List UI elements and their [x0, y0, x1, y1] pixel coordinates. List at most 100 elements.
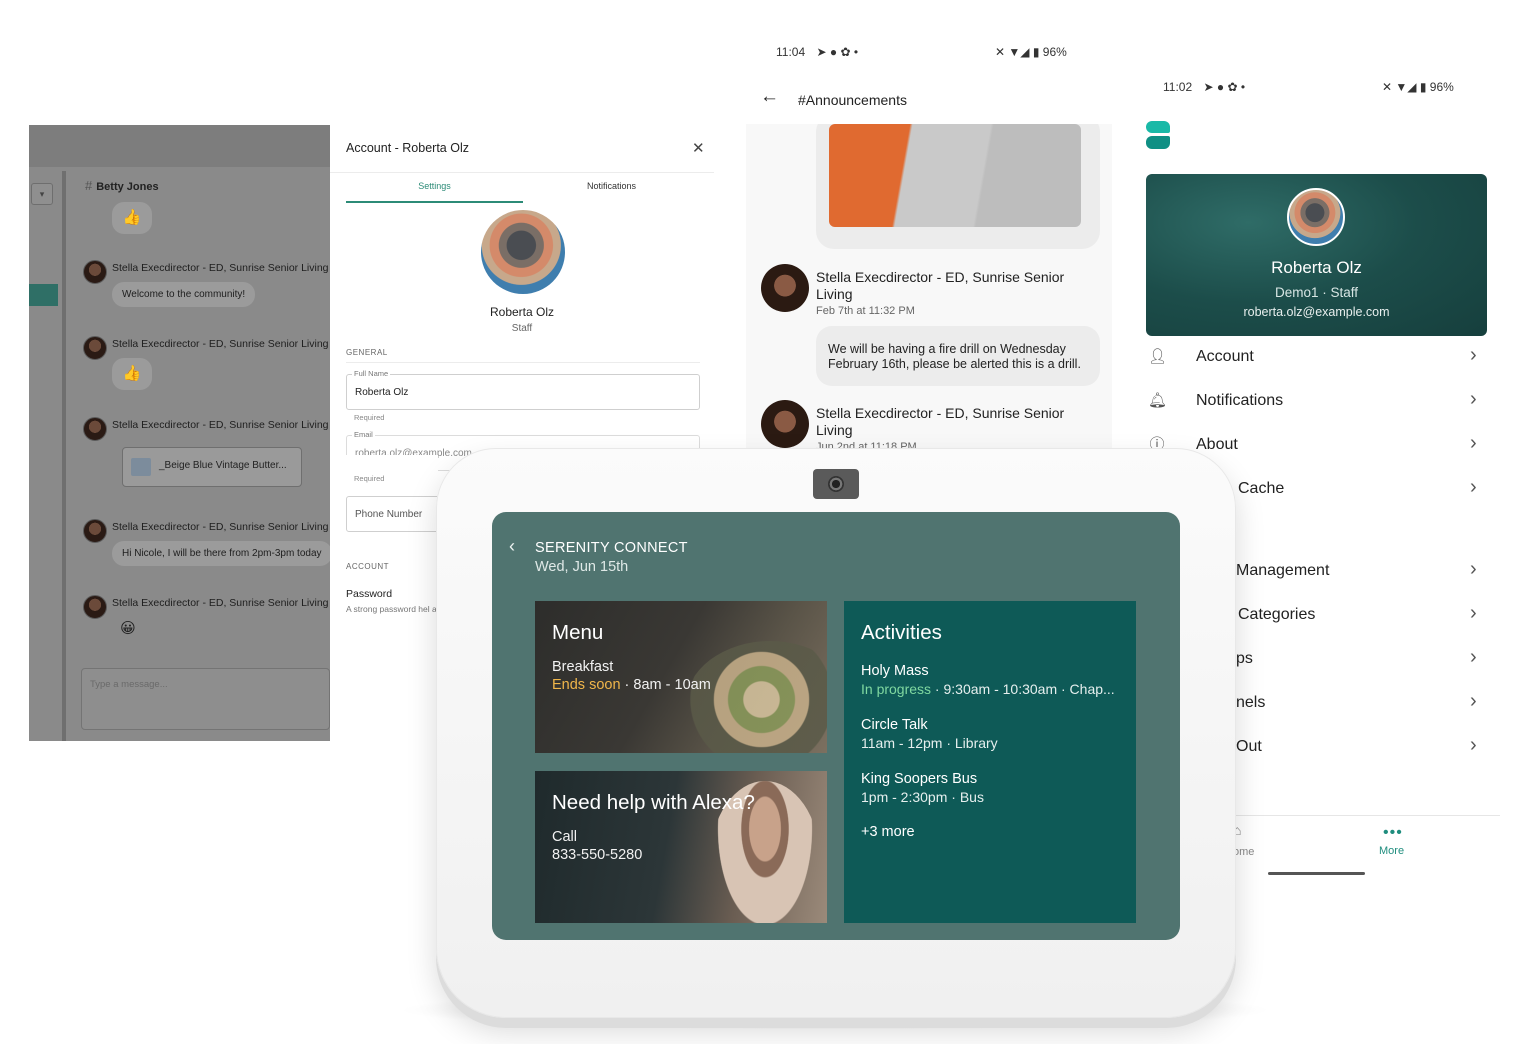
message-author: Stella Execdirector - ED, Sunrise Senior… — [112, 597, 329, 609]
chevron-down-icon[interactable]: ▾ — [31, 183, 53, 205]
photo[interactable] — [829, 124, 1081, 227]
activity-name: King Soopers Bus — [861, 771, 978, 787]
call-label: Call — [552, 829, 577, 845]
channel-name: Betty Jones — [96, 181, 159, 193]
avatar[interactable] — [83, 336, 107, 360]
activities-tile[interactable]: Activities Holy Mass In progress · 9:30a… — [844, 601, 1136, 923]
more-activities-link[interactable]: +3 more — [861, 824, 915, 840]
avatar[interactable] — [83, 417, 107, 441]
avatar[interactable] — [83, 260, 107, 284]
app-bar: ← #Announcements — [746, 76, 1112, 124]
gesture-handle[interactable] — [1268, 872, 1365, 875]
message-author: Stella Execdirector - ED, Sunrise Senior… — [112, 338, 329, 350]
menu-label: ps — [1236, 650, 1253, 667]
message-author: Stella Execdirector - ED, Sunrise Senior… — [112, 262, 329, 274]
status-bar-right: ✕ ▼◢ ▮ 96% — [1382, 80, 1454, 94]
chevron-right-icon: › — [1470, 476, 1477, 498]
device-screen: ‹ SERENITY CONNECT Wed, Jun 15th Menu Br… — [492, 512, 1180, 940]
menu-label: About — [1196, 436, 1238, 453]
channel-header: # Betty Jones — [85, 178, 159, 193]
menu-label: Categories — [1238, 606, 1316, 623]
back-arrow-icon[interactable]: ← — [760, 86, 779, 108]
status-icons: ➤ ● ✿ • — [1203, 80, 1246, 94]
message-bubble: Hi Nicole, I will be there from 2pm-3pm … — [112, 541, 330, 566]
profile-subtitle: Demo1 · Staff — [1274, 285, 1359, 300]
camera-icon — [813, 469, 859, 499]
section-heading: ACCOUNT — [346, 562, 390, 571]
profile-card[interactable]: Roberta Olz Demo1 · Staff roberta.olz@ex… — [1146, 174, 1487, 336]
activity-detail: 1pm - 2:30pm · Bus — [861, 789, 984, 805]
status-badge: In progress — [861, 681, 932, 697]
avatar[interactable] — [1287, 188, 1345, 246]
message-author: Stella Execdirector - ED, Sunrise Senior… — [112, 419, 329, 431]
menu-label: Notifications — [1196, 392, 1284, 409]
avatar[interactable] — [761, 264, 809, 312]
active-tab-indicator — [346, 201, 523, 203]
battery-level: 96% — [1042, 45, 1067, 59]
scrollbar[interactable] — [62, 171, 66, 741]
tile-title: Need help with Alexa? — [552, 791, 755, 814]
message-time: Feb 7th at 11:32 PM — [816, 305, 915, 317]
password-label[interactable]: Password — [346, 588, 392, 600]
tab-settings[interactable]: Settings — [346, 181, 523, 191]
chevron-right-icon: › — [1470, 388, 1477, 410]
image-message[interactable] — [816, 124, 1100, 249]
avatar[interactable] — [83, 595, 107, 619]
active-channel-indicator — [29, 284, 58, 306]
file-attachment[interactable]: _Beige Blue Vintage Butter... — [122, 447, 302, 487]
menu-tile[interactable]: Menu Breakfast Ends soon · 8am - 10am — [535, 601, 827, 753]
status-time: 11:02 — [1163, 80, 1193, 94]
menu-label: Management — [1236, 562, 1330, 579]
menu-label: Out — [1236, 738, 1262, 755]
chevron-right-icon: › — [1470, 602, 1477, 624]
close-icon[interactable]: ✕ — [692, 139, 705, 157]
message-author: Stella Execdirector - ED, Sunrise Senior… — [816, 405, 1065, 438]
screen-date: Wed, Jun 15th — [535, 559, 629, 575]
account-panel: Account - Roberta Olz ✕ Settings Notific… — [330, 125, 714, 471]
menu-label: nels — [1236, 694, 1266, 711]
time-range: · 8am - 10am — [620, 677, 711, 693]
channel-title: #Announcements — [798, 92, 907, 108]
chevron-right-icon: › — [1470, 558, 1477, 580]
status-icons: ➤ ● ✿ • — [816, 45, 859, 59]
desktop-chat-window: ▾ # Betty Jones 👍 Stella Execdirector - E… — [29, 125, 330, 741]
status-bar: 11:02 ➤ ● ✿ • — [1163, 80, 1245, 94]
meal-name: Breakfast — [552, 659, 614, 675]
person-icon: 👤︎ — [1148, 348, 1168, 365]
avatar[interactable] — [761, 400, 809, 448]
image-file-icon — [131, 458, 151, 476]
full-name-field[interactable]: Roberta Olz — [346, 374, 700, 410]
avatar[interactable] — [481, 210, 565, 294]
activity-detail: In progress · 9:30am - 10:30am · Chap... — [861, 681, 1115, 697]
tile-title: Menu — [552, 621, 604, 644]
phone-field[interactable]: Phone Number — [346, 496, 438, 532]
chevron-right-icon: › — [1470, 432, 1477, 454]
account-panel-lower: Required Phone Number ACCOUNT Password A… — [330, 455, 438, 635]
message-author: Stella Execdirector - ED, Sunrise Senior… — [112, 521, 329, 533]
food-photo — [685, 641, 827, 753]
chevron-right-icon: › — [1470, 646, 1477, 668]
menu-label: Cache — [1238, 480, 1285, 497]
more-icon[interactable]: ••• — [1383, 824, 1403, 842]
tab-notifications[interactable]: Notifications — [523, 181, 700, 191]
message-bubble: We will be having a fire drill on Wednes… — [816, 326, 1100, 386]
avatar[interactable] — [83, 519, 107, 543]
signal-icon: ✕ ▼◢ ▮ — [1382, 80, 1427, 94]
menu-item-account[interactable]: 👤︎ Account › — [1146, 338, 1487, 378]
help-tile[interactable]: Need help with Alexa? Call 833-550-5280 — [535, 771, 827, 923]
tab-home[interactable]: ome — [1233, 846, 1254, 858]
section-heading: GENERAL — [346, 348, 388, 357]
emoji-message: 😀 — [120, 620, 136, 637]
bell-icon: 🔔︎ — [1148, 392, 1168, 409]
menu-item-notifications[interactable]: 🔔︎ Notifications › — [1146, 382, 1487, 422]
chevron-right-icon: › — [1470, 344, 1477, 366]
profile-email: roberta.olz@example.com — [1243, 305, 1390, 319]
message-feed[interactable]: Stella Execdirector - ED, Sunrise Senior… — [746, 124, 1112, 450]
message-input[interactable]: Type a message... — [81, 668, 330, 730]
tab-more[interactable]: More — [1379, 845, 1404, 857]
status-bar: 11:04 ➤ ● ✿ • — [776, 45, 858, 59]
chevron-left-icon[interactable]: ‹ — [509, 536, 515, 557]
meal-time: Ends soon · 8am - 10am — [552, 677, 711, 693]
divider — [330, 172, 714, 173]
activity-time: · 9:30am - 10:30am · Chap... — [931, 681, 1115, 697]
